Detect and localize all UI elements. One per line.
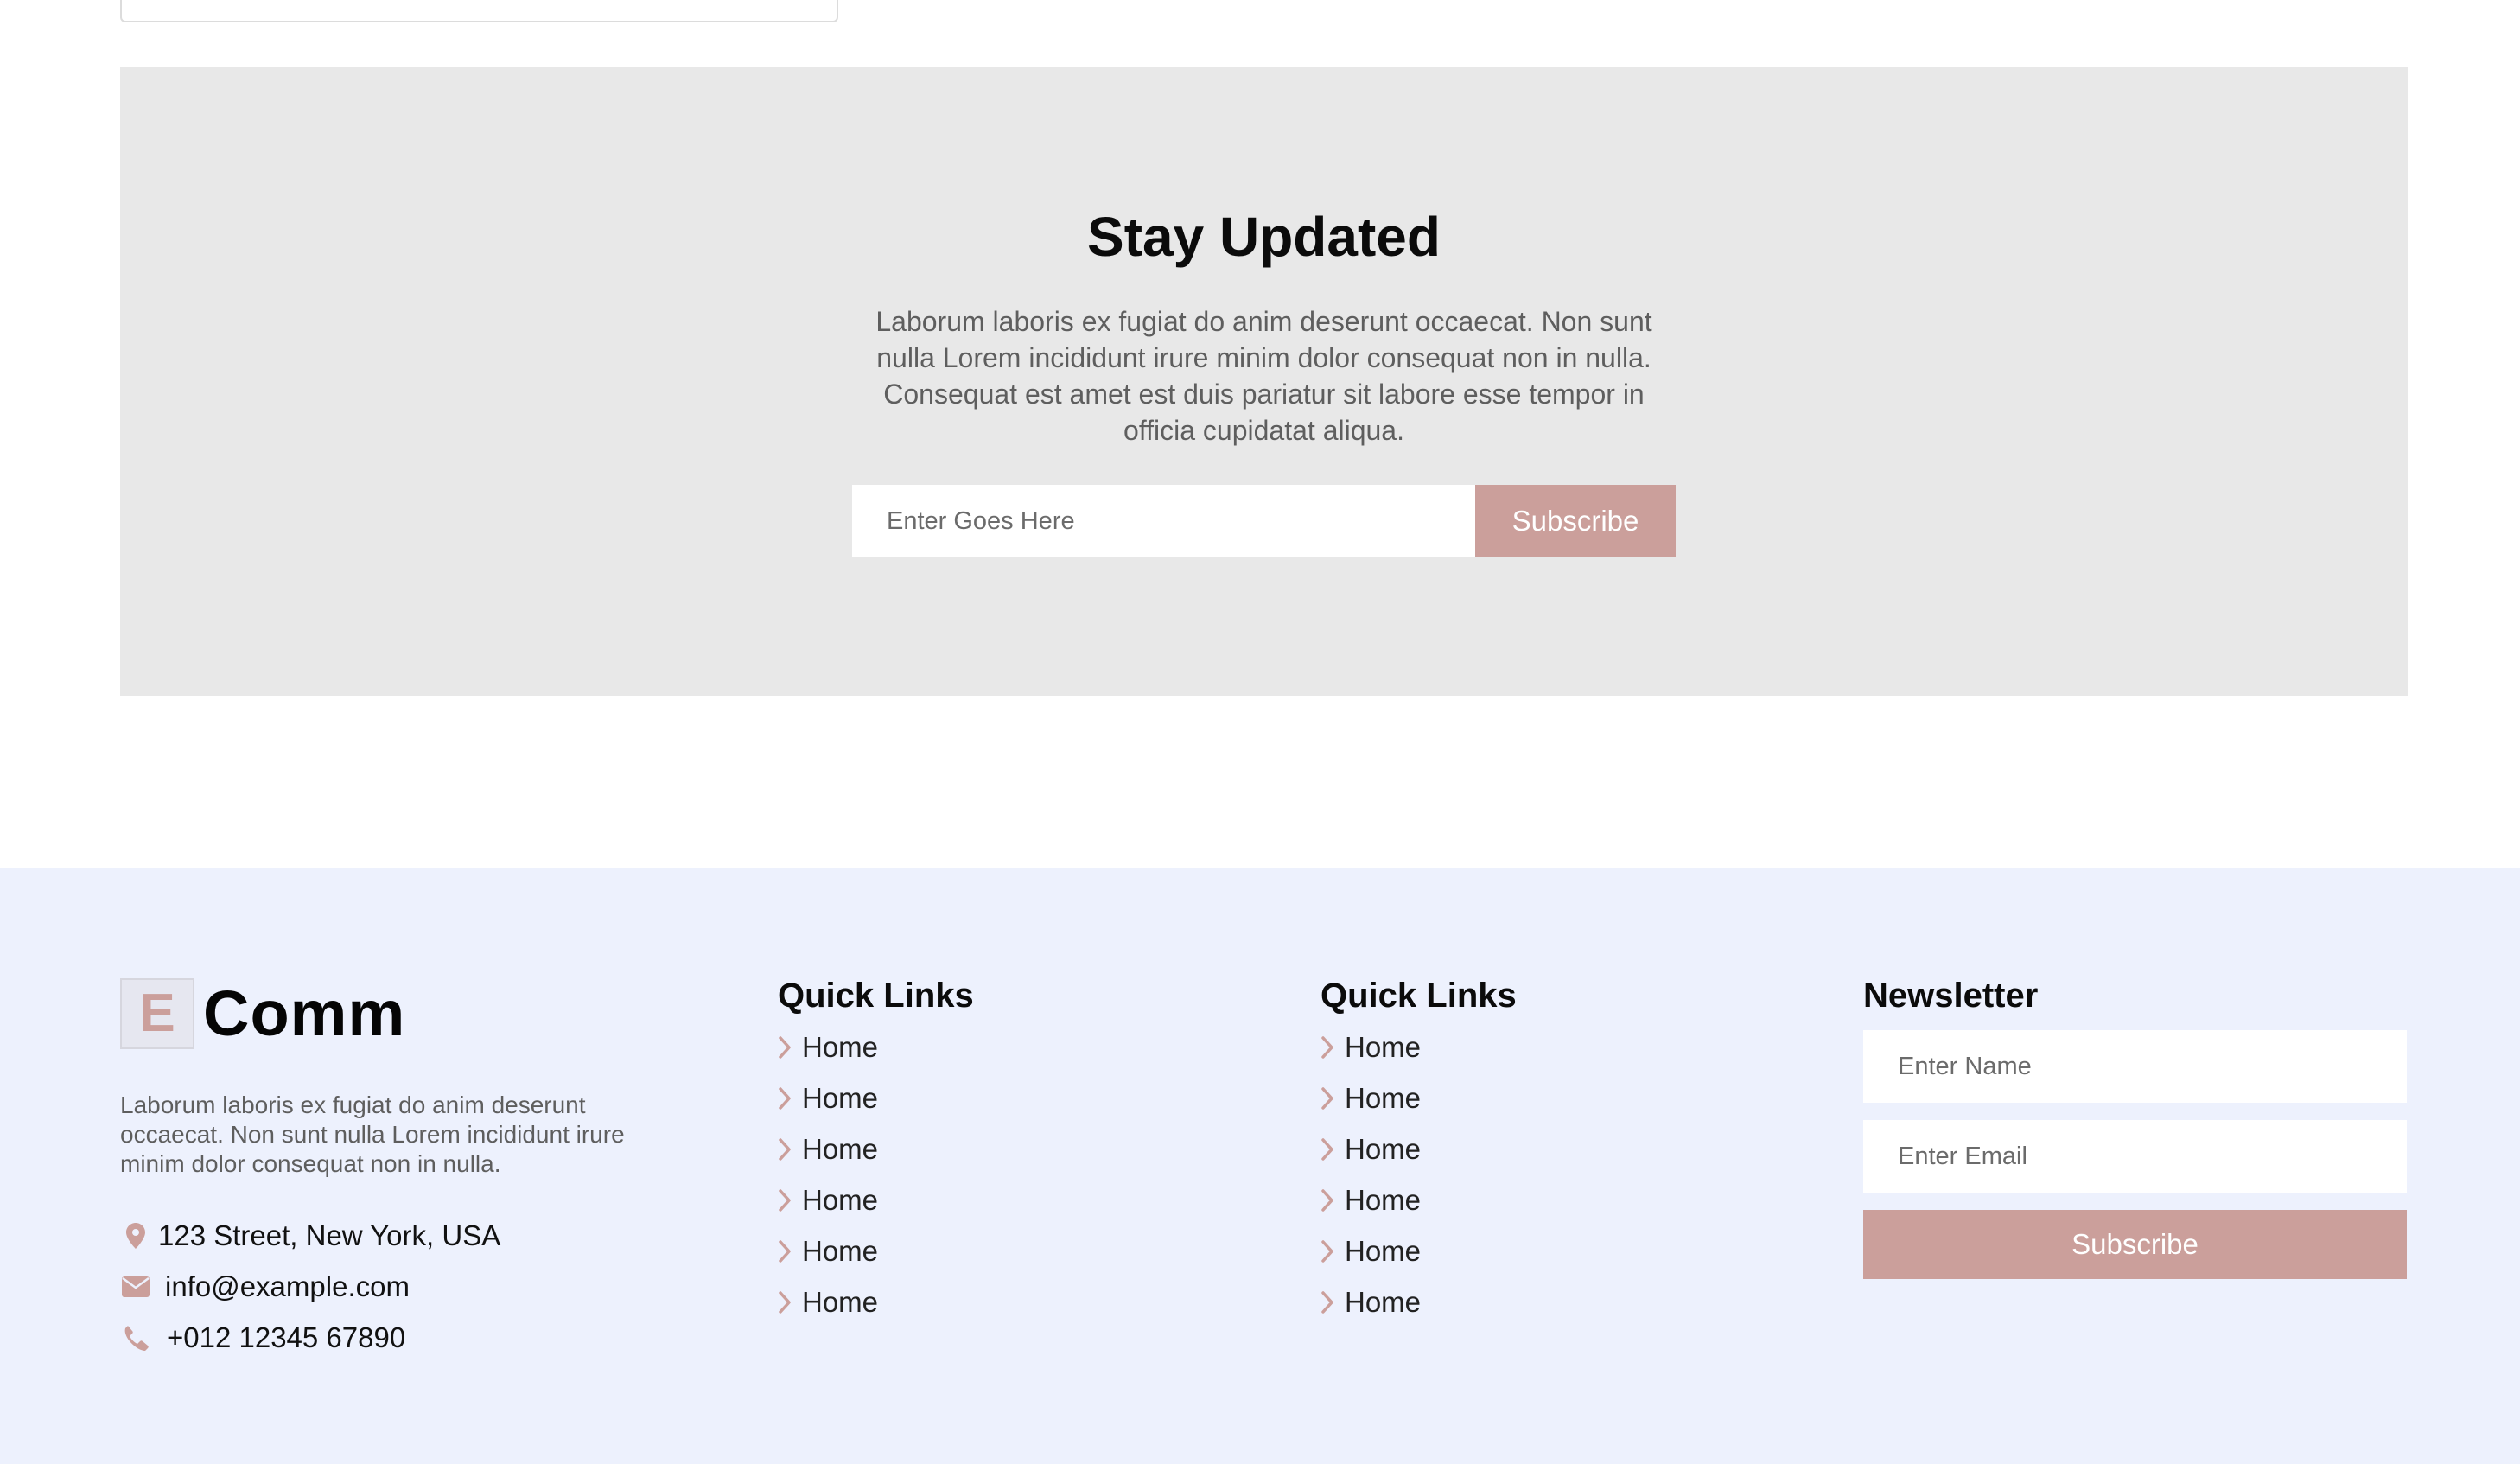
contact-phone-text[interactable]: +012 12345 67890 [167, 1321, 405, 1354]
chevron-right-icon [778, 1035, 802, 1059]
quick-link-item[interactable]: Home [778, 1174, 974, 1225]
footer-about-text: Laborum laboris ex fugiat do anim deseru… [120, 1092, 625, 1177]
chevron-right-icon [1320, 1086, 1345, 1110]
contact-phone: +012 12345 67890 [120, 1312, 500, 1363]
chevron-right-icon [1320, 1290, 1345, 1314]
chevron-right-icon [778, 1188, 802, 1212]
contact-address: 123 Street, New York, USA [120, 1210, 500, 1261]
quick-link-item[interactable]: Home [1320, 1022, 1517, 1073]
newsletter-subscribe-button[interactable]: Subscribe [1863, 1210, 2407, 1279]
quick-link-label: Home [802, 1132, 879, 1165]
quick-link-item[interactable]: Home [1320, 1276, 1517, 1327]
quick-link-item[interactable]: Home [778, 1225, 974, 1276]
stay-updated-title: Stay Updated [1087, 206, 1441, 268]
newsletter-title: Newsletter [1863, 977, 2039, 1015]
quick-link-label: Home [802, 1285, 879, 1318]
stay-email-input[interactable] [852, 485, 1475, 557]
chevron-right-icon [778, 1239, 802, 1263]
contact-email-text[interactable]: info@example.com [165, 1270, 410, 1303]
stay-updated-description: Laborum laboris ex fugiat do anim deseru… [875, 306, 1652, 446]
chevron-right-icon [1320, 1035, 1345, 1059]
stay-subscribe-form: Subscribe [852, 485, 1676, 557]
quick-links-list: Home Home Home Home Home Home [1320, 1022, 1517, 1327]
site-footer: E Comm Laborum laboris ex fugiat do anim… [0, 868, 2520, 1464]
chevron-right-icon [778, 1290, 802, 1314]
quick-link-label: Home [1345, 1030, 1422, 1063]
chevron-right-icon [1320, 1239, 1345, 1263]
quick-link-item[interactable]: Home [1320, 1225, 1517, 1276]
newsletter-name-input[interactable] [1863, 1030, 2407, 1103]
logo-text: Comm [203, 977, 406, 1049]
quick-link-item[interactable]: Home [1320, 1123, 1517, 1174]
footer-contact: 123 Street, New York, USA info@example.c… [120, 1210, 500, 1363]
quick-link-item[interactable]: Home [778, 1276, 974, 1327]
newsletter-email-input[interactable] [1863, 1120, 2407, 1193]
chevron-right-icon [778, 1086, 802, 1110]
phone-icon [120, 1322, 151, 1353]
map-marker-icon [120, 1220, 151, 1251]
quick-link-label: Home [1345, 1285, 1422, 1318]
chevron-right-icon [1320, 1188, 1345, 1212]
quick-link-label: Home [1345, 1132, 1422, 1165]
quick-link-label: Home [1345, 1081, 1422, 1114]
quick-link-item[interactable]: Home [778, 1073, 974, 1123]
contact-email: info@example.com [120, 1261, 500, 1312]
logo-mark: E [120, 977, 194, 1049]
quick-links-column-2: Quick Links Home Home Home Home Home Home [1320, 971, 1517, 1327]
quick-links-title: Quick Links [1320, 977, 1517, 1015]
footer-logo[interactable]: E Comm [120, 977, 405, 1050]
quick-link-label: Home [1345, 1183, 1422, 1216]
chevron-right-icon [778, 1137, 802, 1161]
quick-link-label: Home [802, 1081, 879, 1114]
quick-links-list: Home Home Home Home Home Home [778, 1022, 974, 1327]
top-card-edge [120, 0, 838, 22]
quick-link-label: Home [802, 1234, 879, 1267]
quick-link-label: Home [802, 1030, 879, 1063]
newsletter-column: Newsletter Subscribe [1863, 971, 2407, 1279]
chevron-right-icon [1320, 1137, 1345, 1161]
quick-links-column-1: Quick Links Home Home Home Home Home Home [778, 971, 974, 1327]
quick-link-item[interactable]: Home [778, 1022, 974, 1073]
quick-link-item[interactable]: Home [1320, 1174, 1517, 1225]
quick-link-label: Home [802, 1183, 879, 1216]
envelope-icon [120, 1271, 151, 1302]
quick-link-item[interactable]: Home [1320, 1073, 1517, 1123]
stay-updated-section: Stay Updated Laborum laboris ex fugiat d… [120, 67, 2408, 696]
stay-subscribe-button[interactable]: Subscribe [1475, 485, 1676, 557]
contact-address-text: 123 Street, New York, USA [158, 1219, 501, 1251]
quick-link-item[interactable]: Home [778, 1123, 974, 1174]
quick-link-label: Home [1345, 1234, 1422, 1267]
quick-links-title: Quick Links [778, 977, 974, 1015]
